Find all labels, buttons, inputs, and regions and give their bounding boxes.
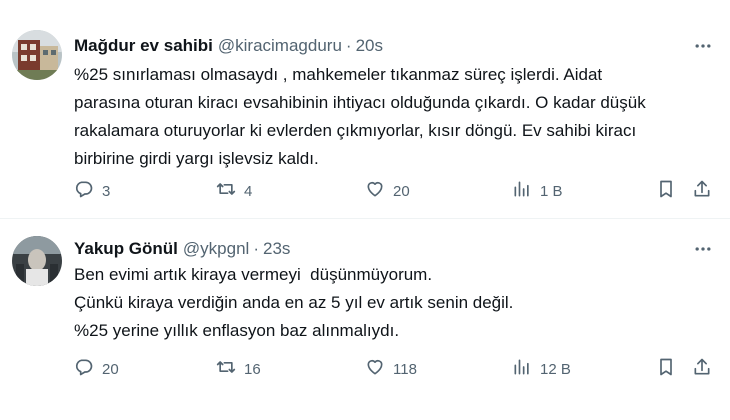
reply-icon: [74, 179, 94, 203]
bookmark-button[interactable]: [656, 176, 676, 206]
tweet-text-line: %25 sınırlaması olmasaydı , mahkemeler t…: [74, 65, 603, 84]
share-icon: [692, 179, 712, 203]
share-button[interactable]: [692, 176, 712, 206]
author-name[interactable]: Mağdur ev sahibi: [74, 36, 213, 56]
retweet-button[interactable]: 16: [216, 354, 261, 384]
tweet-header: Yakup Gönül @ykpgnl · 23s: [74, 237, 290, 261]
retweet-count: 4: [244, 182, 253, 200]
reply-button[interactable]: 3: [74, 176, 110, 206]
retweet-button[interactable]: 4: [216, 176, 252, 206]
separator-dot: ·: [253, 239, 259, 258]
tweet-text-line: %25 yerine yıllık enflasyon baz alınmalı…: [74, 321, 400, 340]
timestamp[interactable]: 20s: [356, 36, 383, 56]
action-bar: 20 16 118 12 B: [0, 354, 730, 384]
reply-count: 3: [102, 182, 111, 200]
like-button[interactable]: 20: [365, 176, 410, 206]
tweet-text: Ben evimi artık kiraya vermeyi düşünmüyo…: [74, 261, 714, 345]
share-icon: [692, 357, 712, 381]
like-count: 118: [393, 360, 417, 378]
action-bar: 3 4 20 1 B: [0, 176, 730, 206]
views-icon: [512, 357, 532, 381]
like-button[interactable]: 118: [365, 354, 417, 384]
tweet[interactable]: Yakup Gönül @ykpgnl · 23s Ben evimi artı…: [0, 219, 730, 420]
bookmark-icon: [656, 357, 676, 381]
bookmark-button[interactable]: [656, 354, 676, 384]
bookmark-icon: [656, 179, 676, 203]
tweet-text-line: parasına oturan kiracı evsahibinin ihtiy…: [74, 93, 646, 112]
views-count: 1 B: [540, 182, 563, 200]
views-icon: [512, 179, 532, 203]
avatar[interactable]: [12, 30, 62, 80]
avatar[interactable]: [12, 236, 62, 286]
like-count: 20: [393, 182, 410, 200]
tweet-text: %25 sınırlaması olmasaydı , mahkemeler t…: [74, 61, 714, 173]
views-button[interactable]: 12 B: [512, 354, 571, 384]
author-name[interactable]: Yakup Gönül: [74, 239, 178, 259]
retweet-icon: [216, 179, 236, 203]
like-icon: [365, 357, 385, 381]
views-button[interactable]: 1 B: [512, 176, 563, 206]
timestamp[interactable]: 23s: [263, 239, 290, 259]
reply-count: 20: [102, 360, 119, 378]
like-icon: [365, 179, 385, 203]
share-button[interactable]: [692, 354, 712, 384]
retweet-count: 16: [244, 360, 261, 378]
reply-icon: [74, 357, 94, 381]
more-icon[interactable]: [692, 238, 714, 260]
tweet-text-line: Çünkü kiraya verdiğin anda en az 5 yıl e…: [74, 293, 514, 312]
tweet-text-line: Ben evimi artık kiraya vermeyi düşünmüyo…: [74, 265, 433, 284]
tweet[interactable]: Mağdur ev sahibi @kiracimagduru · 20s %2…: [0, 0, 730, 218]
more-icon[interactable]: [692, 35, 714, 57]
retweet-icon: [216, 357, 236, 381]
reply-button[interactable]: 20: [74, 354, 119, 384]
tweet-header: Mağdur ev sahibi @kiracimagduru · 20s: [74, 34, 383, 58]
tweet-text-line: birbirine girdi yargı işlevsiz kaldı.: [74, 149, 319, 168]
views-count: 12 B: [540, 360, 571, 378]
author-handle[interactable]: @ykpgnl: [183, 239, 249, 259]
author-handle[interactable]: @kiracimagduru: [218, 36, 342, 56]
tweet-text-line: rakalamara oturuyorlar ki evlerden çıkmı…: [74, 121, 637, 140]
separator-dot: ·: [345, 36, 352, 55]
